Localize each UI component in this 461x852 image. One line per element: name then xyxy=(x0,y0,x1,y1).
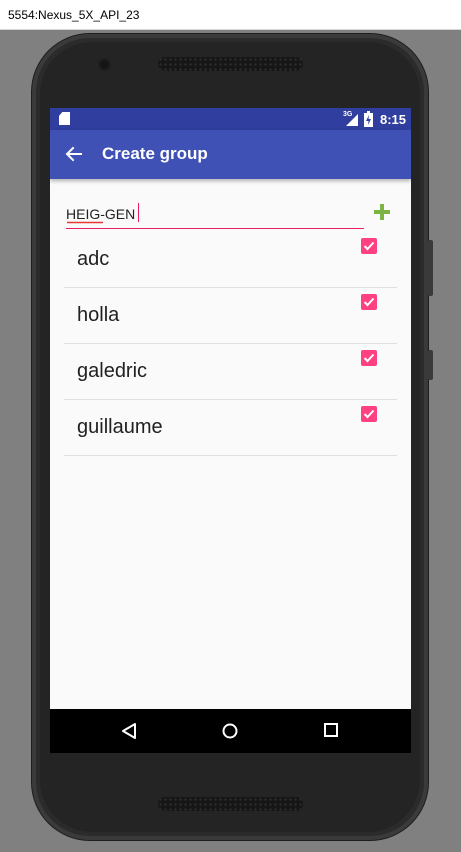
battery-icon xyxy=(364,111,373,127)
user-name: holla xyxy=(77,304,120,326)
power-button[interactable] xyxy=(428,350,433,380)
volume-button[interactable] xyxy=(428,240,433,296)
text-cursor xyxy=(138,203,139,222)
user-name: guillaume xyxy=(77,416,163,438)
square-recents-icon[interactable] xyxy=(324,723,338,737)
user-name: adc xyxy=(77,248,110,270)
bottom-speaker xyxy=(158,797,303,811)
system-nav-bar xyxy=(50,709,411,753)
spellcheck-underline xyxy=(67,221,103,224)
list-item[interactable]: holla xyxy=(64,288,397,344)
checkbox-checked-icon[interactable] xyxy=(361,350,377,366)
top-speaker xyxy=(158,57,303,71)
arrow-left-icon[interactable] xyxy=(64,144,84,164)
plus-icon[interactable] xyxy=(374,204,390,220)
circle-home-icon[interactable] xyxy=(222,723,238,739)
signal-icon xyxy=(346,114,358,126)
list-item[interactable]: guillaume xyxy=(64,400,397,456)
app-bar: Create group xyxy=(50,130,411,179)
page-title: Create group xyxy=(102,144,208,163)
list-item[interactable]: adc xyxy=(64,232,397,288)
checkbox-checked-icon[interactable] xyxy=(361,294,377,310)
list-item[interactable]: galedric xyxy=(64,344,397,400)
device-screen: 3G 8:15 Create group adc hol xyxy=(50,108,411,753)
checkbox-checked-icon[interactable] xyxy=(361,406,377,422)
sd-card-icon xyxy=(59,112,70,125)
front-camera-icon xyxy=(100,60,109,69)
user-name: galedric xyxy=(77,360,148,382)
user-list: adc holla galedric guillaume xyxy=(64,232,397,456)
emulator-window-title: 5554:Nexus_5X_API_23 xyxy=(8,8,140,22)
status-bar: 3G 8:15 xyxy=(50,108,411,130)
status-time: 8:15 xyxy=(380,112,407,127)
group-name-input[interactable] xyxy=(66,200,364,229)
triangle-back-icon[interactable] xyxy=(121,722,137,740)
checkbox-checked-icon[interactable] xyxy=(361,238,377,254)
emulator-titlebar: 5554:Nexus_5X_API_23 xyxy=(0,0,461,30)
